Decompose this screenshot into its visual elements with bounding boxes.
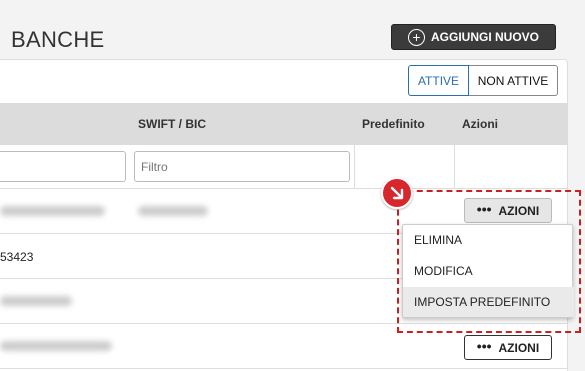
filter-input-name[interactable] [0, 151, 126, 182]
filter-row [0, 145, 568, 189]
row-actions-button[interactable]: ••• AZIONI [464, 335, 552, 360]
redacted-text [138, 206, 208, 216]
annotation-badge [381, 177, 413, 209]
status-toggle: ATTIVE NON ATTIVE [408, 65, 558, 96]
add-new-button[interactable]: + AGGIUNGI NUOVO [391, 24, 556, 50]
ellipsis-icon: ••• [476, 337, 492, 354]
menu-item-set-default[interactable]: IMPOSTA PREDEFINITO [403, 287, 574, 317]
redacted-text [0, 341, 112, 351]
redacted-text [0, 296, 72, 306]
tab-inactive[interactable]: NON ATTIVE [469, 65, 558, 96]
add-new-button-label: AGGIUNGI NUOVO [430, 30, 539, 44]
row-cell-text: 53423 [0, 250, 34, 264]
menu-item-edit[interactable]: MODIFICA [403, 256, 574, 286]
actions-dropdown-menu: ELIMINA MODIFICA IMPOSTA PREDEFINITO [402, 224, 574, 318]
filter-input-swift[interactable] [134, 151, 350, 182]
table-header: SWIFT / BIC Predefinito Azioni [0, 103, 568, 145]
redacted-text [0, 206, 105, 216]
page-title: BANCHE [11, 27, 105, 52]
column-header-swift[interactable]: SWIFT / BIC [138, 117, 206, 131]
column-header-actions: Azioni [462, 117, 498, 131]
menu-item-delete[interactable]: ELIMINA [403, 225, 574, 255]
row-actions-label: AZIONI [498, 340, 540, 355]
arrow-down-right-icon [390, 186, 404, 200]
column-divider [454, 145, 455, 189]
plus-circle-icon: + [407, 28, 425, 46]
column-header-default[interactable]: Predefinito [362, 117, 425, 131]
tab-active[interactable]: ATTIVE [408, 65, 469, 96]
column-divider [354, 145, 355, 189]
